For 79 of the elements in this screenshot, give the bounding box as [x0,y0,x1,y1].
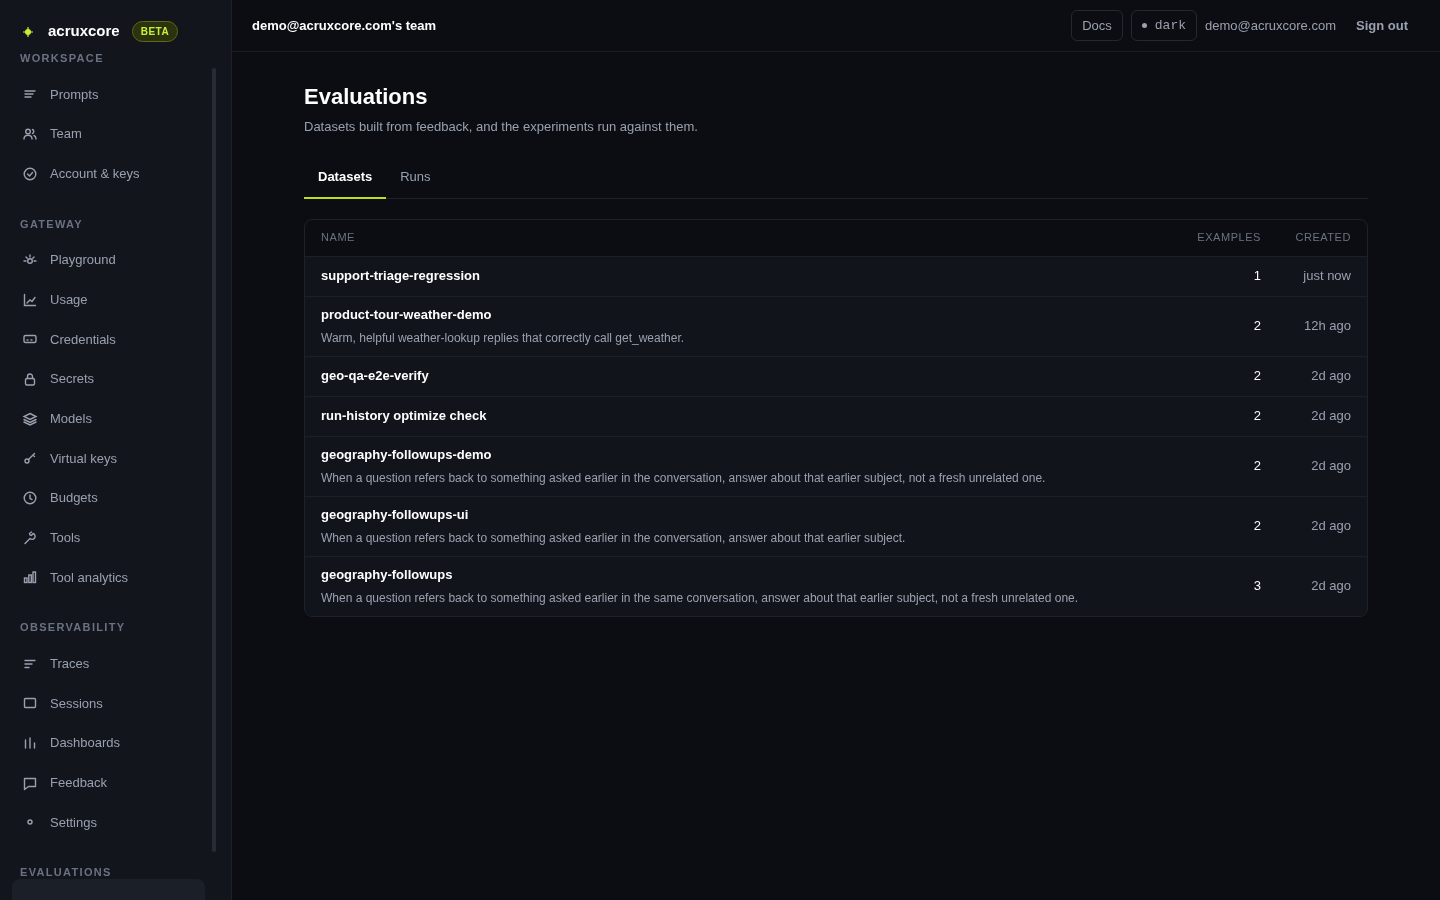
section-heading: OBSERVABILITY [19,620,127,636]
nav-item[interactable]: Tool analytics [12,557,193,598]
nav-item[interactable]: Budgets [12,478,193,518]
tab[interactable]: Runs [386,156,445,199]
examples-count: 2 [1252,317,1261,336]
created-time: 2d ago [1310,407,1351,426]
created-time: 2d ago [1310,457,1351,476]
sign-out-link[interactable]: Sign out [1356,15,1408,36]
nav-item[interactable]: Sessions [12,683,193,724]
table-row[interactable]: geography-followups-demo When a question refers back to something asked earlier in the conversation, answer about that earlier subject, not a fresh unrelated one. 2 2d ago [305,435,1367,496]
nav-item[interactable]: Virtual keys [12,438,193,479]
table-row[interactable]: geography-followups-ui When a question refers back to something asked earlier in the conversation, answer about that earlier subject. 2 2d ago [305,495,1367,556]
nav-item[interactable]: Tools [12,517,193,558]
bars-icon [22,734,38,751]
examples-count: 2 [1252,367,1261,386]
clock-icon [22,490,38,507]
layers-icon [22,410,38,427]
examples-count: 1 [1252,267,1261,286]
dataset-description: When a question refers back to something asked earlier in the conversation, answer about that earlier subject, not a fresh unrelated one. [321,469,1047,487]
lock-icon [22,370,38,387]
moon-icon [1141,23,1147,28]
dataset-name: geo-qa-e2e-verify [321,367,430,386]
nav-item[interactable]: Feedback [12,762,193,803]
docs-button[interactable]: Docs [1071,10,1123,41]
page-title: Evaluations [304,83,429,111]
tab[interactable]: Datasets [304,156,387,199]
table-row[interactable]: geo-qa-e2e-verify 2 2d ago [305,355,1367,396]
created-time: 2d ago [1310,517,1351,536]
dataset-description: When a question refers back to something asked earlier in the same conversation, answer about that earlier subject, not a fresh unrelated one. [321,589,1080,607]
table-row[interactable]: geography-followups When a question refers back to something asked earlier in the same conversation, answer about that earlier subject, not a fresh unrelated one. 3 2d ago [305,555,1367,616]
created-time: just now [1302,267,1351,286]
examples-count: 2 [1252,457,1261,476]
section-heading: WORKSPACE [19,51,105,66]
team-name: demo@acruxcore.com's team [252,16,437,35]
column-header: CREATED [1294,230,1351,246]
section-heading: GATEWAY [19,216,85,232]
examples-count: 3 [1252,577,1261,596]
dataset-name: run-history optimize check [321,407,488,426]
dataset-name: support-triage-regression [321,267,481,286]
bar-chart-icon [22,569,38,586]
column-header: EXAMPLES [1196,230,1261,246]
nav-item[interactable]: Settings [12,802,193,843]
created-time: 12h ago [1303,317,1351,336]
table-row[interactable]: run-history optimize check 2 2d ago [305,395,1367,436]
nav-item[interactable]: Secrets [12,359,193,399]
examples-count: 2 [1252,407,1261,426]
wrench-icon [22,529,38,546]
beta-badge: BETA [131,20,179,42]
column-header: NAME [321,230,356,246]
dataset-description: When a question refers back to something asked earlier in the conversation, answer about that earlier subject. [321,529,907,547]
brand-name: acruxcore [48,20,120,41]
created-time: 2d ago [1310,367,1351,386]
people-icon [22,126,38,143]
dataset-name: geography-followups-demo [321,446,493,465]
created-time: 2d ago [1310,577,1351,596]
page-subtitle: Datasets built from feedback, and the experiments run against them. [304,118,699,136]
nav-item[interactable]: Playground [12,240,193,280]
section-heading: EVALUATIONS [19,865,113,881]
user-email: demo@acruxcore.com [1205,16,1336,35]
nav-item[interactable]: Dashboards [12,723,193,763]
nav-item[interactable]: Credentials [12,319,193,360]
dataset-name: geography-followups-ui [321,506,470,525]
nav-item[interactable]: Team [12,114,193,154]
check-circle-icon [22,165,38,182]
theme-label: dark [1154,16,1187,35]
nav-item[interactable]: Usage [12,279,193,320]
dataset-name: geography-followups [321,566,454,585]
examples-count: 2 [1252,517,1261,536]
nav-item[interactable]: Prompts [12,74,193,115]
theme-toggle[interactable]: dark [1130,10,1198,41]
nav-item[interactable]: Traces [12,643,193,684]
nav-item[interactable]: Models [12,398,193,439]
nav-item[interactable]: Account & keys [12,153,193,194]
dataset-name: product-tour-weather-demo [321,306,493,325]
table-row[interactable]: product-tour-weather-demo Warm, helpful weather-lookup replies that correctly call get_weather. 2 12h ago [305,295,1367,356]
line-chart-icon [22,291,38,308]
key-icon [22,450,38,467]
dataset-description: Warm, helpful weather-lookup replies that correctly call get_weather. [321,329,686,347]
table-row[interactable]: support-triage-regression 1 just now [305,255,1367,296]
